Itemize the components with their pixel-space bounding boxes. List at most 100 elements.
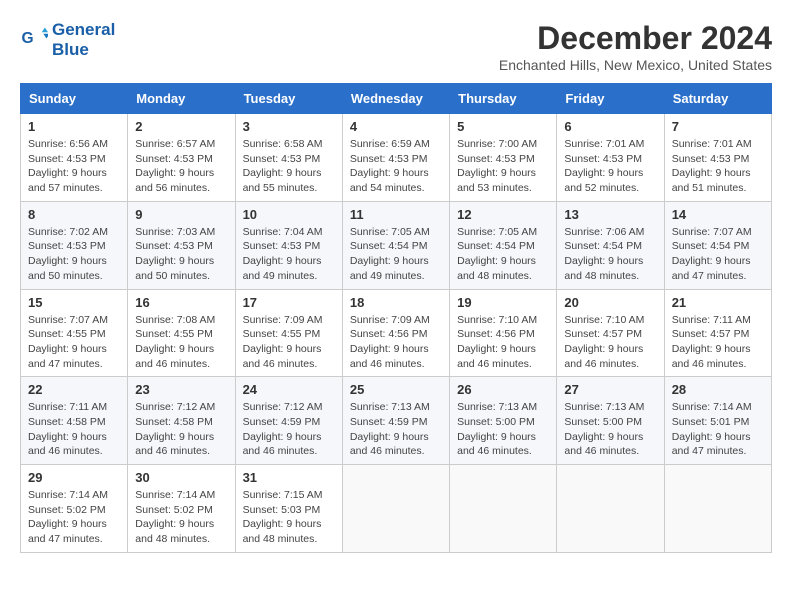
day-cell-14: 14 Sunrise: 7:07 AM Sunset: 4:54 PM Dayli… [664, 201, 771, 289]
day-number: 1 [28, 119, 120, 134]
day-detail: Sunrise: 7:12 AM Sunset: 4:59 PM Dayligh… [243, 400, 335, 459]
day-detail: Sunrise: 7:05 AM Sunset: 4:54 PM Dayligh… [350, 225, 442, 284]
day-cell-23: 23Sunrise: 7:12 AM Sunset: 4:58 PM Dayli… [128, 377, 235, 465]
day-detail: Sunrise: 7:13 AM Sunset: 4:59 PM Dayligh… [350, 400, 442, 459]
day-detail: Sunrise: 7:01 AM Sunset: 4:53 PM Dayligh… [564, 137, 656, 196]
day-number: 18 [350, 295, 442, 310]
header-monday: Monday [128, 84, 235, 114]
day-number: 11 [350, 207, 442, 222]
day-detail: Sunrise: 7:11 AM Sunset: 4:57 PM Dayligh… [672, 313, 764, 372]
day-detail: Sunrise: 6:57 AM Sunset: 4:53 PM Dayligh… [135, 137, 227, 196]
day-number: 12 [457, 207, 549, 222]
day-cell-13: 13 Sunrise: 7:06 AM Sunset: 4:54 PM Dayli… [557, 201, 664, 289]
day-cell-1: 1 Sunrise: 6:56 AM Sunset: 4:53 PM Daylig… [21, 114, 128, 202]
day-cell-26: 26 Sunrise: 7:13 AM Sunset: 5:00 PM Dayli… [450, 377, 557, 465]
day-cell-25: 25 Sunrise: 7:13 AM Sunset: 4:59 PM Dayli… [342, 377, 449, 465]
week-row-5: 29Sunrise: 7:14 AM Sunset: 5:02 PM Dayli… [21, 465, 772, 553]
day-cell-19: 19 Sunrise: 7:10 AM Sunset: 4:56 PM Dayli… [450, 289, 557, 377]
empty-cell [450, 465, 557, 553]
header-thursday: Thursday [450, 84, 557, 114]
logo-icon: G [20, 26, 48, 54]
day-detail: Sunrise: 7:06 AM Sunset: 4:54 PM Dayligh… [564, 225, 656, 284]
day-cell-12: 12 Sunrise: 7:05 AM Sunset: 4:54 PM Dayli… [450, 201, 557, 289]
day-detail: Sunrise: 7:12 AM Sunset: 4:58 PM Dayligh… [135, 400, 227, 459]
empty-cell [664, 465, 771, 553]
day-detail: Sunrise: 7:00 AM Sunset: 4:53 PM Dayligh… [457, 137, 549, 196]
day-number: 5 [457, 119, 549, 134]
day-cell-28: 28 Sunrise: 7:14 AM Sunset: 5:01 PM Dayli… [664, 377, 771, 465]
day-detail: Sunrise: 7:01 AM Sunset: 4:53 PM Dayligh… [672, 137, 764, 196]
day-number: 15 [28, 295, 120, 310]
day-number: 7 [672, 119, 764, 134]
day-number: 4 [350, 119, 442, 134]
day-detail: Sunrise: 7:13 AM Sunset: 5:00 PM Dayligh… [457, 400, 549, 459]
location-subtitle: Enchanted Hills, New Mexico, United Stat… [499, 57, 772, 73]
day-cell-11: 11 Sunrise: 7:05 AM Sunset: 4:54 PM Dayli… [342, 201, 449, 289]
day-number: 30 [135, 470, 227, 485]
day-detail: Sunrise: 7:02 AM Sunset: 4:53 PM Dayligh… [28, 225, 120, 284]
day-detail: Sunrise: 6:58 AM Sunset: 4:53 PM Dayligh… [243, 137, 335, 196]
header-friday: Friday [557, 84, 664, 114]
day-number: 25 [350, 382, 442, 397]
day-number: 17 [243, 295, 335, 310]
week-row-2: 8 Sunrise: 7:02 AM Sunset: 4:53 PM Daylig… [21, 201, 772, 289]
day-cell-9: 9 Sunrise: 7:03 AM Sunset: 4:53 PM Daylig… [128, 201, 235, 289]
day-cell-27: 27Sunrise: 7:13 AM Sunset: 5:00 PM Dayli… [557, 377, 664, 465]
day-detail: Sunrise: 7:04 AM Sunset: 4:53 PM Dayligh… [243, 225, 335, 284]
day-cell-30: 30 Sunrise: 7:14 AM Sunset: 5:02 PM Dayli… [128, 465, 235, 553]
day-detail: Sunrise: 7:14 AM Sunset: 5:01 PM Dayligh… [672, 400, 764, 459]
day-cell-4: 4Sunrise: 6:59 AM Sunset: 4:53 PM Daylig… [342, 114, 449, 202]
day-number: 9 [135, 207, 227, 222]
week-row-3: 15 Sunrise: 7:07 AM Sunset: 4:55 PM Dayli… [21, 289, 772, 377]
day-number: 28 [672, 382, 764, 397]
day-cell-22: 22 Sunrise: 7:11 AM Sunset: 4:58 PM Dayli… [21, 377, 128, 465]
svg-text:G: G [22, 30, 34, 47]
day-detail: Sunrise: 7:10 AM Sunset: 4:56 PM Dayligh… [457, 313, 549, 372]
day-detail: Sunrise: 7:09 AM Sunset: 4:56 PM Dayligh… [350, 313, 442, 372]
day-cell-21: 21 Sunrise: 7:11 AM Sunset: 4:57 PM Dayli… [664, 289, 771, 377]
day-detail: Sunrise: 7:15 AM Sunset: 5:03 PM Dayligh… [243, 488, 335, 547]
day-number: 20 [564, 295, 656, 310]
page-header: G General Blue December 2024 Enchanted H… [20, 20, 772, 73]
day-number: 22 [28, 382, 120, 397]
day-cell-6: 6Sunrise: 7:01 AM Sunset: 4:53 PM Daylig… [557, 114, 664, 202]
day-number: 2 [135, 119, 227, 134]
day-detail: Sunrise: 7:09 AM Sunset: 4:55 PM Dayligh… [243, 313, 335, 372]
day-detail: Sunrise: 7:11 AM Sunset: 4:58 PM Dayligh… [28, 400, 120, 459]
calendar-title-area: December 2024 Enchanted Hills, New Mexic… [499, 20, 772, 73]
day-cell-7: 7 Sunrise: 7:01 AM Sunset: 4:53 PM Daylig… [664, 114, 771, 202]
day-detail: Sunrise: 7:08 AM Sunset: 4:55 PM Dayligh… [135, 313, 227, 372]
calendar-header-row: SundayMondayTuesdayWednesdayThursdayFrid… [21, 84, 772, 114]
day-detail: Sunrise: 7:10 AM Sunset: 4:57 PM Dayligh… [564, 313, 656, 372]
day-detail: Sunrise: 7:07 AM Sunset: 4:54 PM Dayligh… [672, 225, 764, 284]
header-saturday: Saturday [664, 84, 771, 114]
day-detail: Sunrise: 7:03 AM Sunset: 4:53 PM Dayligh… [135, 225, 227, 284]
day-number: 14 [672, 207, 764, 222]
day-cell-10: 10 Sunrise: 7:04 AM Sunset: 4:53 PM Dayli… [235, 201, 342, 289]
day-cell-8: 8 Sunrise: 7:02 AM Sunset: 4:53 PM Daylig… [21, 201, 128, 289]
day-number: 26 [457, 382, 549, 397]
day-number: 27 [564, 382, 656, 397]
day-detail: Sunrise: 7:07 AM Sunset: 4:55 PM Dayligh… [28, 313, 120, 372]
day-number: 24 [243, 382, 335, 397]
day-cell-16: 16Sunrise: 7:08 AM Sunset: 4:55 PM Dayli… [128, 289, 235, 377]
calendar-table: SundayMondayTuesdayWednesdayThursdayFrid… [20, 83, 772, 553]
day-cell-2: 2 Sunrise: 6:57 AM Sunset: 4:53 PM Daylig… [128, 114, 235, 202]
day-detail: Sunrise: 7:14 AM Sunset: 5:02 PM Dayligh… [135, 488, 227, 547]
day-cell-17: 17 Sunrise: 7:09 AM Sunset: 4:55 PM Dayli… [235, 289, 342, 377]
day-detail: Sunrise: 6:56 AM Sunset: 4:53 PM Dayligh… [28, 137, 120, 196]
header-sunday: Sunday [21, 84, 128, 114]
day-number: 8 [28, 207, 120, 222]
day-cell-18: 18 Sunrise: 7:09 AM Sunset: 4:56 PM Dayli… [342, 289, 449, 377]
day-number: 13 [564, 207, 656, 222]
day-detail: Sunrise: 7:14 AM Sunset: 5:02 PM Dayligh… [28, 488, 120, 547]
day-number: 21 [672, 295, 764, 310]
empty-cell [342, 465, 449, 553]
day-cell-29: 29Sunrise: 7:14 AM Sunset: 5:02 PM Dayli… [21, 465, 128, 553]
day-cell-15: 15 Sunrise: 7:07 AM Sunset: 4:55 PM Dayli… [21, 289, 128, 377]
day-number: 10 [243, 207, 335, 222]
logo-text-line2: Blue [52, 40, 115, 60]
day-number: 31 [243, 470, 335, 485]
day-number: 19 [457, 295, 549, 310]
day-detail: Sunrise: 7:05 AM Sunset: 4:54 PM Dayligh… [457, 225, 549, 284]
